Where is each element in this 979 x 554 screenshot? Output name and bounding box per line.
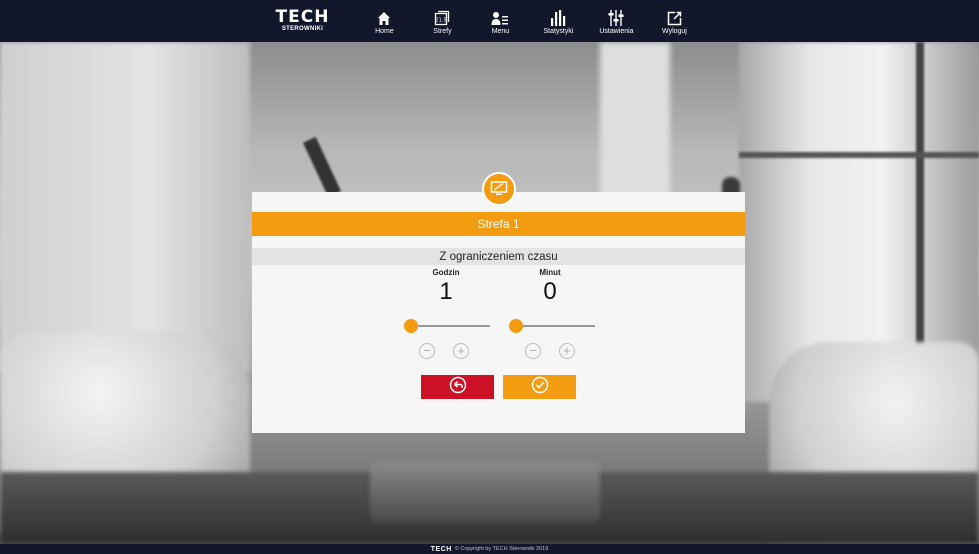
hours-slider[interactable]: [404, 319, 490, 333]
minutes-caption: Minut: [539, 268, 561, 277]
nav-item-logout[interactable]: Wyloguj: [650, 6, 698, 36]
time-limit-dialog: Strefa 1 Z ograniczeniem czasu Godzin 1 …: [252, 192, 745, 433]
confirm-button[interactable]: [503, 375, 576, 399]
logo-word: TECH: [275, 7, 330, 27]
logout-icon: [667, 6, 682, 26]
nav-label-settings: Ustawienia: [599, 28, 634, 35]
nav-label-home: Home: [375, 28, 394, 35]
svg-text:21.5: 21.5: [436, 18, 447, 24]
nav-label-statistics: Statystyki: [543, 28, 574, 35]
zone-title: Strefa 1: [252, 212, 745, 236]
minutes-slider[interactable]: [509, 319, 595, 333]
minutes-decrement-button[interactable]: −: [525, 343, 541, 359]
nav-item-zones[interactable]: 21.5 Strefy: [418, 6, 466, 36]
hours-slider-thumb[interactable]: [404, 319, 418, 333]
nav-item-settings[interactable]: Ustawienia: [592, 6, 640, 36]
back-button[interactable]: [421, 375, 494, 399]
tech-logo[interactable]: TECH STEROWNIKI: [276, 9, 330, 33]
nav-label-menu: Menu: [491, 28, 510, 35]
hours-column: Godzin 1: [396, 268, 496, 305]
nav-item-statistics[interactable]: Statystyki: [534, 6, 582, 36]
hours-decrement-button[interactable]: −: [419, 343, 435, 359]
footer-logo: TECH: [430, 545, 452, 553]
home-icon: [377, 6, 391, 26]
nav-label-logout: Wyloguj: [662, 28, 687, 35]
minutes-value: 0: [543, 278, 557, 305]
logo-subtitle: STEROWNIKI: [281, 26, 324, 32]
hours-value: 1: [439, 278, 453, 305]
minutes-increment-button[interactable]: +: [559, 343, 575, 359]
hours-stepper: − +: [419, 343, 469, 359]
settings-icon: [608, 6, 624, 26]
hours-caption: Godzin: [432, 268, 460, 277]
nav-label-zones: Strefy: [433, 28, 452, 35]
minutes-stepper: − +: [525, 343, 575, 359]
monitor-icon: [482, 172, 516, 206]
hours-increment-button[interactable]: +: [453, 343, 469, 359]
nav-item-menu[interactable]: Menu: [476, 6, 524, 36]
top-navbar: TECH STEROWNIKI Home 21.5 Strefy Menu St…: [0, 0, 979, 42]
copyright-text: © Copyright by TECH Sterowniki 2019: [454, 546, 549, 552]
minutes-slider-thumb[interactable]: [509, 319, 523, 333]
mode-subtitle: Z ograniczeniem czasu: [252, 248, 745, 265]
menu-icon: [491, 6, 509, 26]
zones-icon: 21.5: [434, 6, 450, 26]
check-icon: [531, 376, 549, 399]
footer-bar: TECH © Copyright by TECH Sterowniki 2019: [0, 544, 979, 554]
nav-item-home[interactable]: Home: [360, 6, 408, 36]
statistics-icon: [550, 6, 566, 26]
undo-icon: [449, 376, 467, 399]
minutes-column: Minut 0: [500, 268, 600, 305]
